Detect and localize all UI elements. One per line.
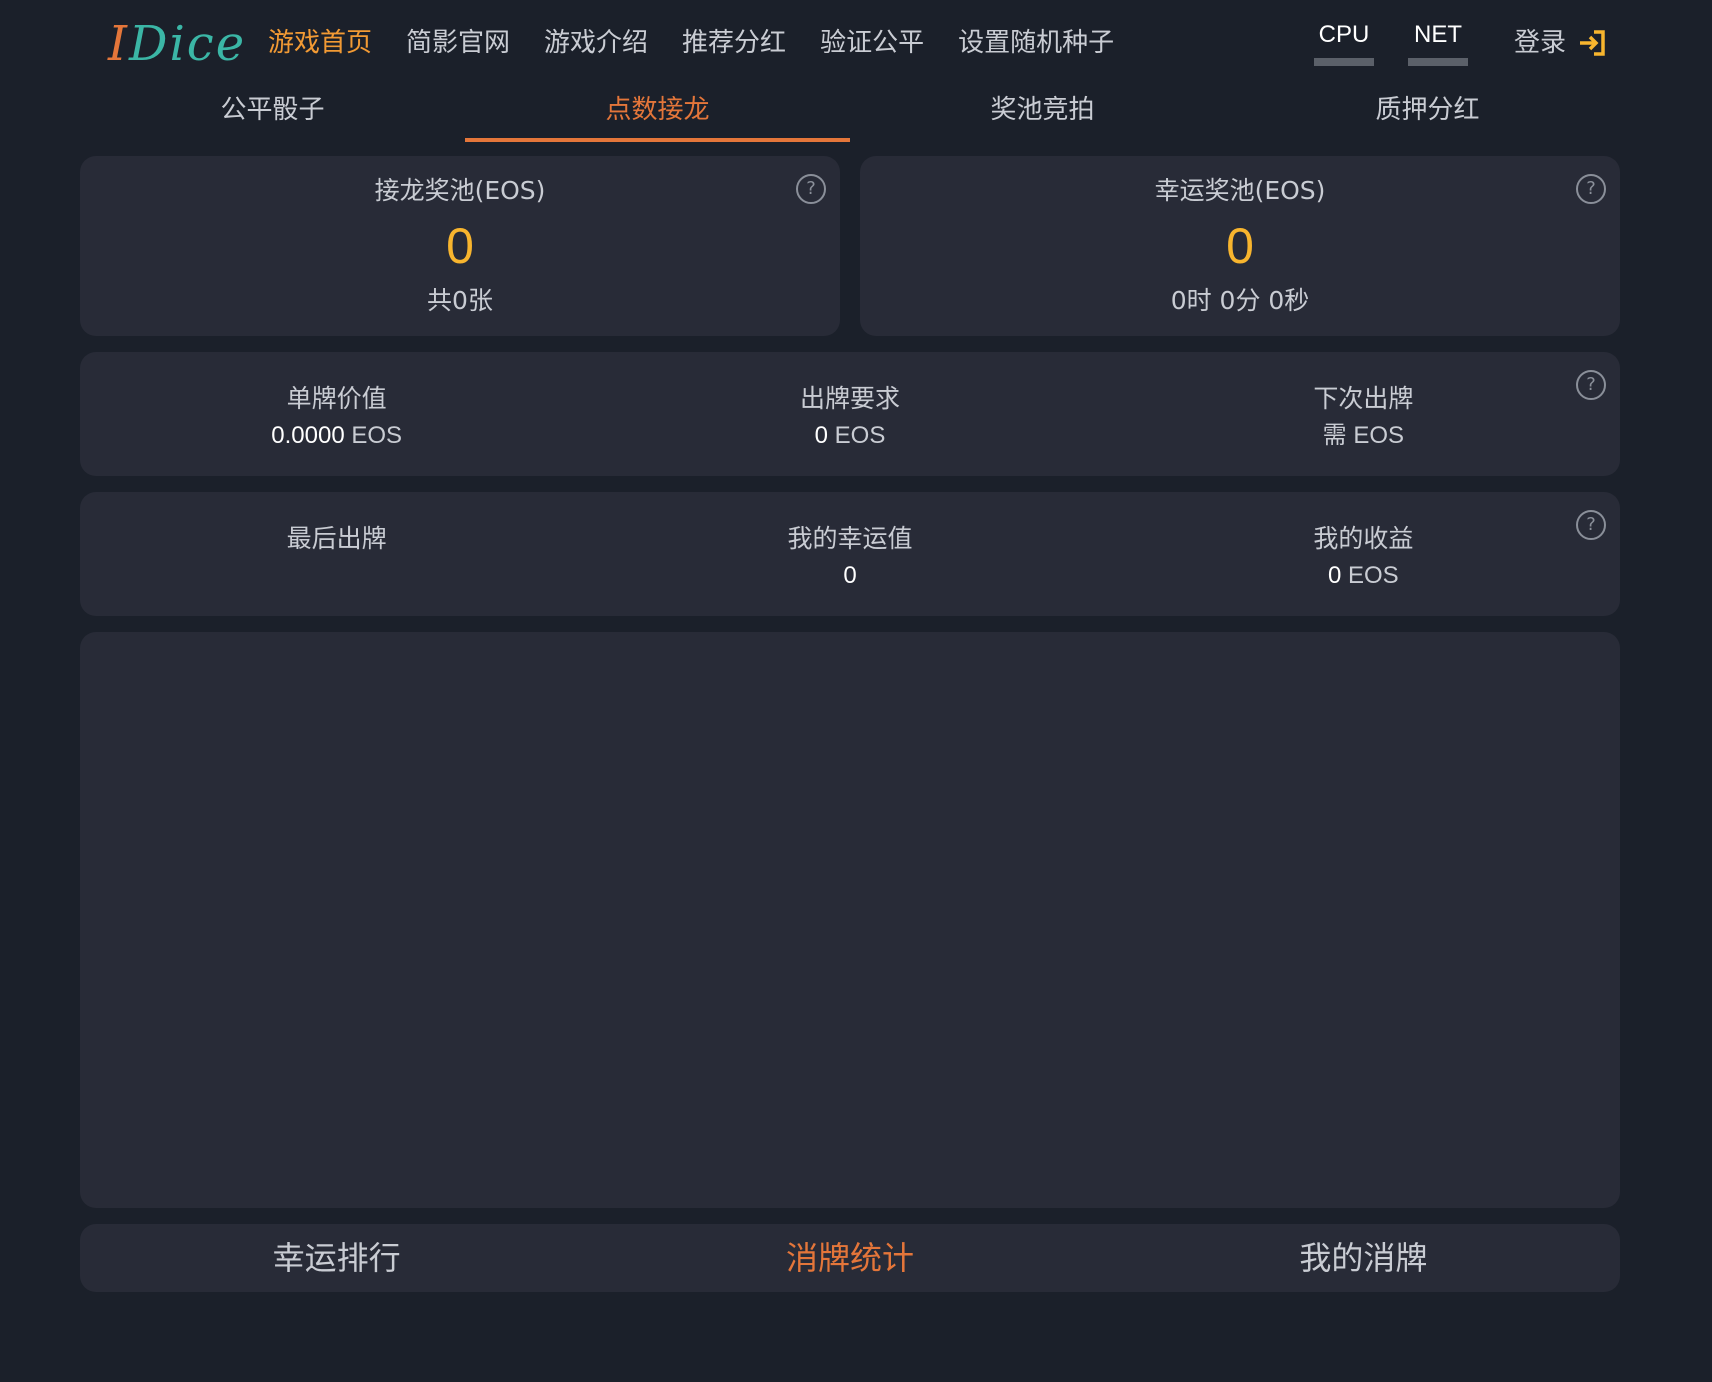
card-stats-panel: 单牌价值 0.0000 EOS 出牌要求 0 EOS 下次出牌 需 EOS ? <box>80 352 1620 476</box>
net-usage-bar <box>1408 58 1468 66</box>
card-value-label: 单牌价值 <box>286 384 387 413</box>
cpu-usage-bar <box>1314 58 1374 66</box>
tab-my-cards[interactable]: 我的消牌 <box>1107 1224 1620 1292</box>
nav-item-home[interactable]: 游戏首页 <box>268 24 372 62</box>
net-label: NET <box>1414 21 1462 48</box>
last-play-stat: 最后出牌 <box>80 492 593 616</box>
tab-staking-dividend[interactable]: 质押分红 <box>1235 84 1620 142</box>
net-resource[interactable]: NET <box>1408 18 1468 66</box>
login-arrow-icon <box>1580 30 1605 56</box>
my-stats-help-icon[interactable]: ? <box>1576 510 1606 540</box>
chain-pool-card-count: 共0张 <box>427 286 493 315</box>
card-board-area <box>80 632 1620 1208</box>
chain-pool-card: 接龙奖池(EOS) 0 共0张 ? <box>80 156 840 336</box>
lucky-pool-value: 0 <box>1226 218 1254 274</box>
next-play-stat: 下次出牌 需 EOS <box>1107 352 1620 476</box>
bottom-tabs: 幸运排行 消牌统计 我的消牌 <box>80 1224 1620 1292</box>
nav-item-game-intro[interactable]: 游戏介绍 <box>544 24 648 62</box>
play-requirement-stat: 出牌要求 0 EOS <box>593 352 1106 476</box>
card-value-stat: 单牌价值 0.0000 EOS <box>80 352 593 476</box>
cpu-resource[interactable]: CPU <box>1314 18 1374 66</box>
play-requirement-label: 出牌要求 <box>799 384 900 413</box>
my-earnings-stat: 我的收益 0 EOS <box>1107 492 1620 616</box>
tab-pool-auction[interactable]: 奖池竞拍 <box>850 84 1235 142</box>
logo-letter-i: I <box>108 16 129 72</box>
my-luck-label: 我的幸运值 <box>787 524 913 553</box>
tab-lucky-ranking[interactable]: 幸运排行 <box>80 1224 593 1292</box>
chain-pool-help-icon[interactable]: ? <box>796 174 826 204</box>
last-play-label: 最后出牌 <box>286 524 387 553</box>
cpu-label: CPU <box>1318 21 1370 48</box>
login-button[interactable]: 登录 <box>1514 24 1608 62</box>
lucky-pool-countdown: 0时 0分 0秒 <box>1170 286 1310 315</box>
top-bar: IDice 游戏首页 简影官网 游戏介绍 推荐分红 验证公平 设置随机种子 CP… <box>0 0 1712 84</box>
lucky-pool-card: 幸运奖池(EOS) 0 0时 0分 0秒 ? <box>860 156 1620 336</box>
card-stats-help-icon[interactable]: ? <box>1576 370 1606 400</box>
my-stats-panel: 最后出牌 我的幸运值 0 我的收益 0 EOS ? <box>80 492 1620 616</box>
idice-logo[interactable]: IDice <box>108 14 246 74</box>
my-earnings-amount: 0 <box>1327 562 1342 589</box>
nav-item-random-seed[interactable]: 设置随机种子 <box>958 24 1114 62</box>
next-play-need: 需 <box>1322 422 1347 449</box>
nav-item-official-site[interactable]: 简影官网 <box>406 24 510 62</box>
my-earnings-label: 我的收益 <box>1313 524 1414 553</box>
chain-pool-value: 0 <box>446 218 474 274</box>
lucky-pool-help-icon[interactable]: ? <box>1576 174 1606 204</box>
nav-item-verify-fairness[interactable]: 验证公平 <box>820 24 924 62</box>
lucky-pool-title: 幸运奖池(EOS) <box>1154 176 1326 205</box>
my-earnings-unit: EOS <box>1347 562 1399 589</box>
game-tabs: 公平骰子 点数接龙 奖池竞拍 质押分红 <box>80 84 1620 142</box>
tab-card-stats[interactable]: 消牌统计 <box>593 1224 1106 1292</box>
next-play-unit: EOS <box>1353 422 1404 449</box>
card-value-unit: EOS <box>351 422 403 449</box>
login-label: 登录 <box>1514 28 1567 58</box>
next-play-label: 下次出牌 <box>1313 384 1414 413</box>
nav-item-referral-dividend[interactable]: 推荐分红 <box>682 24 786 62</box>
tab-fair-dice[interactable]: 公平骰子 <box>80 84 465 142</box>
my-luck-value: 0 <box>843 562 857 589</box>
my-luck-stat: 我的幸运值 0 <box>593 492 1106 616</box>
card-value-amount: 0.0000 <box>271 422 345 449</box>
chain-pool-title: 接龙奖池(EOS) <box>374 176 546 205</box>
tab-point-chain[interactable]: 点数接龙 <box>465 84 850 142</box>
play-requirement-amount: 0 <box>814 422 828 449</box>
play-requirement-unit: EOS <box>834 422 886 449</box>
logo-word-dice: Dice <box>128 16 247 72</box>
main-nav: 游戏首页 简影官网 游戏介绍 推荐分红 验证公平 设置随机种子 <box>268 24 1114 62</box>
